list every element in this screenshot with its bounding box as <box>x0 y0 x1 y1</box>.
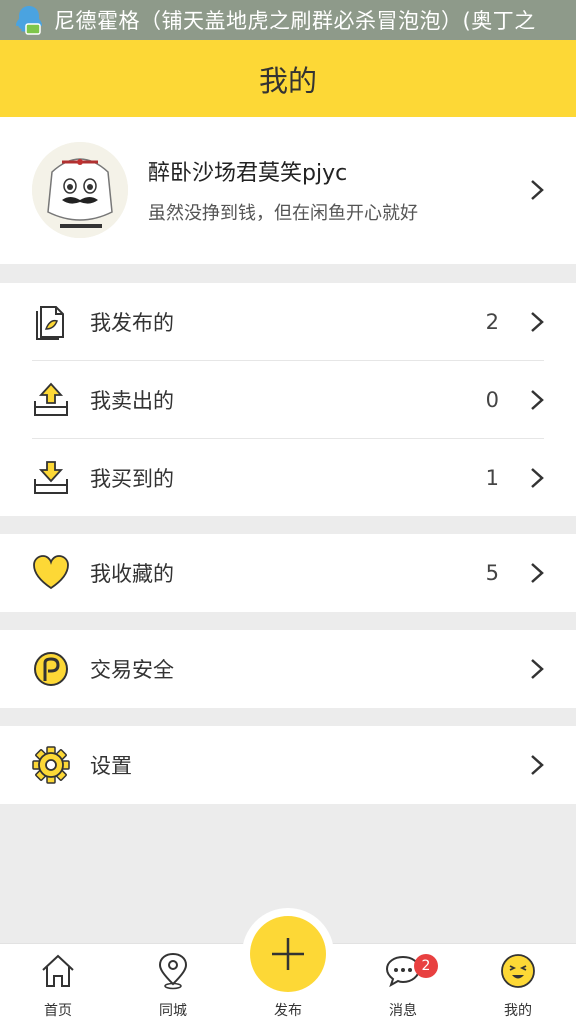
tab-home-label: 首页 <box>44 1003 72 1019</box>
plus-icon <box>272 938 304 970</box>
home-icon <box>42 954 74 987</box>
page-title: 我的 <box>258 63 317 98</box>
tab-nearby-label: 同城 <box>159 1003 187 1019</box>
profile-info: 醉卧沙场君莫笑pjyc 虽然没挣到钱，但在闲鱼开心就好 <box>148 155 418 225</box>
menu-item-label: 我卖出的 <box>90 389 174 413</box>
gear-icon <box>32 746 70 784</box>
menu-item-label: 我发布的 <box>90 311 174 335</box>
smiley-face-icon <box>501 954 535 988</box>
tab-publish-label: 发布 <box>274 1003 302 1019</box>
menu-item-sold[interactable]: 我卖出的 0 <box>0 361 576 439</box>
avatar-cartoon-icon <box>32 142 128 238</box>
menu-item-count: 0 <box>485 388 499 412</box>
menu-group-security: 交易安全 <box>0 630 576 708</box>
profile-signature: 虽然没挣到钱，但在闲鱼开心就好 <box>148 203 418 224</box>
profile-card[interactable]: 醉卧沙场君莫笑pjyc 虽然没挣到钱，但在闲鱼开心就好 <box>0 117 576 264</box>
chevron-right-icon <box>531 659 544 679</box>
menu-group-settings: 设置 <box>0 726 576 804</box>
menu-item-favorites[interactable]: 我收藏的 5 <box>0 534 576 612</box>
avatar[interactable] <box>32 142 128 238</box>
menu-item-bought[interactable]: 我买到的 1 <box>0 439 576 517</box>
menu-item-label: 我收藏的 <box>90 562 174 586</box>
chevron-right-icon <box>531 312 544 332</box>
shield-p-icon <box>34 652 68 686</box>
messages-badge: 2 <box>414 954 438 978</box>
chevron-right-icon <box>531 755 544 775</box>
tab-mine[interactable]: 我的 <box>478 944 558 1024</box>
menu-group-trades: 我发布的 2 我卖出的 0 我买到的 1 <box>0 283 576 516</box>
menu-item-trade-security[interactable]: 交易安全 <box>0 630 576 708</box>
chevron-right-icon <box>531 563 544 583</box>
tab-messages-label: 消息 <box>389 1003 417 1019</box>
chevron-right-icon <box>531 468 544 488</box>
menu-group-favorites: 我收藏的 5 <box>0 534 576 612</box>
chevron-right-icon <box>531 180 544 200</box>
page-header: 我的 <box>0 40 576 117</box>
download-tray-icon <box>34 461 68 494</box>
qq-notification-icon <box>16 6 42 35</box>
tab-nearby[interactable]: 同城 <box>133 944 213 1024</box>
upload-tray-icon <box>34 382 68 416</box>
menu-item-count: 5 <box>485 561 499 585</box>
status-bar: 尼德霍格（铺天盖地虎之刷群必杀冒泡泡）(奥丁之 <box>0 0 576 40</box>
tab-mine-label: 我的 <box>504 1003 532 1019</box>
menu-item-label: 设置 <box>90 754 132 778</box>
profile-name: 醉卧沙场君莫笑pjyc <box>148 161 348 186</box>
menu-item-label: 我买到的 <box>90 467 174 491</box>
publish-button[interactable] <box>250 916 326 992</box>
heart-icon <box>33 555 69 590</box>
location-pin-icon <box>158 952 188 990</box>
menu-item-count: 2 <box>485 310 499 334</box>
chevron-right-icon <box>531 390 544 410</box>
status-bar-text: 尼德霍格（铺天盖地虎之刷群必杀冒泡泡）(奥丁之 <box>54 9 536 33</box>
menu-item-published[interactable]: 我发布的 2 <box>0 283 576 361</box>
menu-item-settings[interactable]: 设置 <box>0 726 576 804</box>
menu-item-count: 1 <box>485 466 499 490</box>
menu-item-label: 交易安全 <box>90 658 174 682</box>
document-icon <box>36 306 64 340</box>
tab-home[interactable]: 首页 <box>18 944 98 1024</box>
